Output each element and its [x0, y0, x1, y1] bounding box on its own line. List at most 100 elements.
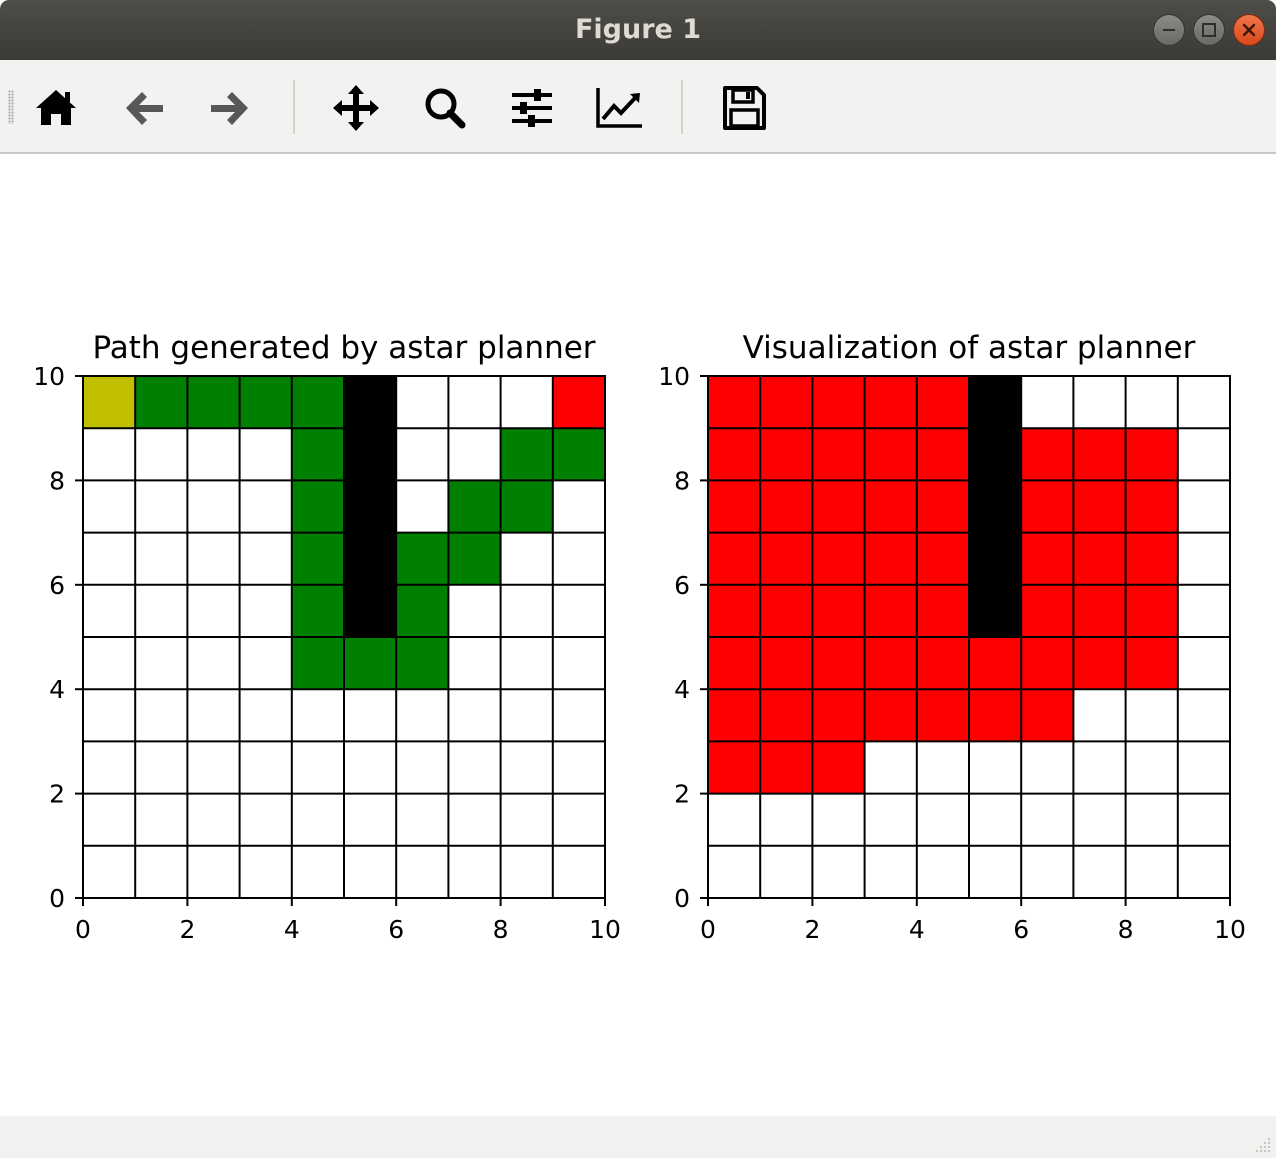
x-tick-label: 0	[700, 915, 716, 944]
status-bar	[0, 1116, 1276, 1158]
maximize-button[interactable]	[1193, 14, 1225, 46]
visited-cell	[760, 376, 813, 429]
y-tick-label: 0	[49, 884, 65, 913]
path-cell	[187, 376, 240, 429]
visited-cell	[812, 376, 865, 429]
path-cell	[448, 480, 501, 533]
y-tick-label: 8	[674, 466, 690, 495]
visited-cell	[760, 637, 813, 690]
visited-cell	[1125, 637, 1178, 690]
visited-cell	[916, 584, 969, 637]
magnifier-icon	[425, 88, 466, 129]
obstacle-cell	[344, 376, 397, 429]
visited-cell	[1021, 689, 1074, 742]
obstacle-cell	[344, 428, 397, 481]
save-button[interactable]	[718, 82, 770, 134]
visited-cell	[864, 637, 917, 690]
y-tick-label: 6	[49, 571, 65, 600]
home-button[interactable]	[30, 82, 82, 134]
subplots-button[interactable]	[506, 82, 558, 134]
visited-cell	[812, 637, 865, 690]
obstacle-cell	[344, 532, 397, 585]
path-cell	[291, 584, 344, 637]
toolbar-separator	[681, 80, 683, 134]
chart-1: 0 2 4 6 8 10 0 2 4 6 8 10 Path generated by astar pl…	[33, 330, 621, 944]
visited-cell	[864, 428, 917, 481]
visited-cell	[1021, 480, 1074, 533]
visited-cell	[864, 532, 917, 585]
move-arrows-icon	[333, 85, 379, 131]
path-cell	[552, 428, 605, 481]
x-tick-label: 8	[493, 915, 509, 944]
chart-title: Path generated by astar planner	[92, 330, 595, 366]
visited-cell	[1021, 584, 1074, 637]
path-cell	[396, 584, 449, 637]
x-tick-label: 10	[1214, 915, 1246, 944]
visited-cell	[916, 532, 969, 585]
visited-cell	[864, 584, 917, 637]
visited-cell	[916, 689, 969, 742]
visited-cell	[812, 532, 865, 585]
visited-cell	[708, 532, 761, 585]
visited-cell	[708, 741, 761, 794]
back-button[interactable]	[118, 82, 170, 134]
visited-cell	[760, 480, 813, 533]
close-button[interactable]	[1233, 14, 1265, 46]
path-cell	[500, 480, 553, 533]
visited-cell	[1073, 637, 1126, 690]
path-cell	[396, 637, 449, 690]
visited-cell	[916, 376, 969, 429]
visited-cell	[760, 689, 813, 742]
obstacle-cell	[969, 376, 1022, 429]
obstacle-cell	[969, 584, 1022, 637]
minimize-button[interactable]	[1153, 14, 1185, 46]
x-tick-label: 6	[388, 915, 404, 944]
path-cell	[291, 637, 344, 690]
visited-cell	[812, 584, 865, 637]
visited-cell	[969, 689, 1022, 742]
edit-axes-button[interactable]	[594, 82, 646, 134]
visited-cell	[864, 480, 917, 533]
visited-cell	[864, 376, 917, 429]
visited-cell	[1125, 480, 1178, 533]
chart-2: 0 2 4 6 8 10 0 2 4 6 8 10 Visualization of astar pla…	[658, 330, 1246, 944]
sliders-icon	[512, 89, 552, 127]
resize-grip-icon[interactable]	[1254, 1136, 1272, 1154]
obstacle-cell	[969, 480, 1022, 533]
arrow-left-icon	[126, 92, 163, 125]
goal-cell	[552, 376, 605, 429]
window-titlebar[interactable]: Figure 1	[0, 0, 1276, 60]
visited-cell	[812, 689, 865, 742]
close-icon	[1242, 23, 1256, 37]
path-cell	[291, 480, 344, 533]
path-cell	[448, 532, 501, 585]
y-tick-label: 4	[49, 675, 65, 704]
figure-canvas[interactable]: 0 2 4 6 8 10 0 2 4 6 8 10 Path generated by astar pl…	[0, 154, 1276, 1116]
visited-cell	[1073, 428, 1126, 481]
x-tick-label: 4	[909, 915, 925, 944]
window-title: Figure 1	[574, 14, 702, 45]
forward-button[interactable]	[204, 82, 256, 134]
visited-cell	[864, 689, 917, 742]
x-tick-label: 2	[804, 915, 820, 944]
visited-cell	[1073, 584, 1126, 637]
path-cell	[291, 532, 344, 585]
y-tick-label: 10	[658, 362, 690, 391]
visited-cell	[812, 741, 865, 794]
chart-title: Visualization of astar planner	[743, 330, 1196, 366]
visited-cell	[969, 637, 1022, 690]
visited-cell	[1073, 480, 1126, 533]
visited-cell	[1021, 532, 1074, 585]
x-tick-label: 8	[1118, 915, 1134, 944]
y-tick-label: 10	[33, 362, 65, 391]
path-cell	[396, 532, 449, 585]
maximize-icon	[1202, 23, 1216, 37]
y-tick-label: 0	[674, 884, 690, 913]
zoom-button[interactable]	[418, 82, 470, 134]
visited-cell	[1073, 532, 1126, 585]
obstacle-cell	[344, 480, 397, 533]
pan-button[interactable]	[330, 82, 382, 134]
y-tick-label: 2	[49, 780, 65, 809]
toolbar-grip[interactable]	[8, 90, 14, 124]
path-cell	[291, 376, 344, 429]
